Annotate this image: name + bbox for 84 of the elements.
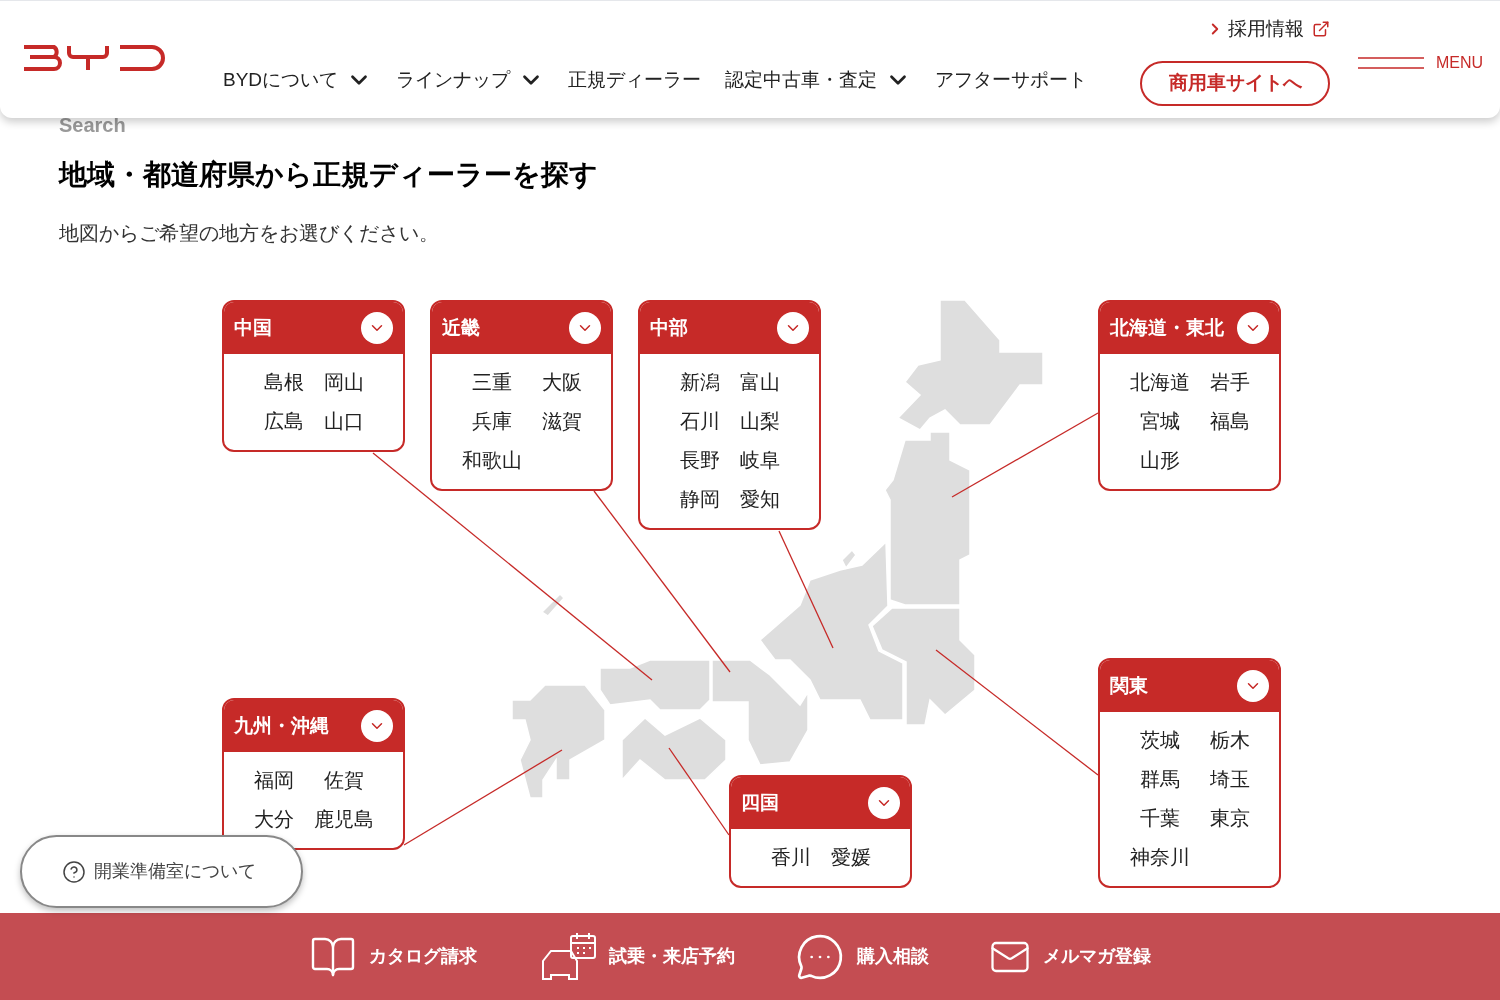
- prefecture-link[interactable]: 山梨: [739, 407, 780, 436]
- prefecture-link[interactable]: 三重: [471, 368, 512, 397]
- region-header[interactable]: 近畿: [432, 302, 611, 354]
- commercial-site-button[interactable]: 商用車サイトへ: [1140, 61, 1330, 106]
- recruit-link[interactable]: 採用情報: [1206, 15, 1330, 44]
- nav-link[interactable]: アフターサポート: [935, 65, 1088, 94]
- expand-button[interactable]: [1237, 670, 1269, 702]
- prefecture-link[interactable]: 東京: [1209, 804, 1250, 833]
- region-name: 四国: [741, 790, 779, 815]
- prefecture-link[interactable]: 佐賀: [323, 766, 364, 795]
- nav-link[interactable]: BYDについて: [223, 65, 373, 94]
- prefecture-link[interactable]: 愛媛: [830, 843, 871, 872]
- prefecture-link[interactable]: 岡山: [323, 368, 364, 397]
- region-card[interactable]: 近畿 三重 大阪 兵庫 滋賀 和歌山: [430, 300, 613, 491]
- help-button[interactable]: 開業準備室について: [20, 835, 303, 908]
- prefecture-link[interactable]: 新潟: [679, 368, 720, 397]
- nav-link[interactable]: 正規ディーラー: [568, 65, 702, 94]
- prefecture-link[interactable]: 大阪: [541, 368, 582, 397]
- region-name: 北海道・東北: [1110, 315, 1224, 340]
- map-region-shape[interactable]: [540, 592, 566, 617]
- nav-link[interactable]: ラインナップ: [396, 65, 545, 94]
- expand-button[interactable]: [361, 710, 393, 742]
- region-name: 関東: [1110, 673, 1148, 698]
- prefecture-link[interactable]: 大分: [253, 805, 294, 834]
- external-link-icon: [1312, 20, 1330, 39]
- region-card[interactable]: 北海道・東北 北海道 岩手 宮城 福島 山形: [1098, 300, 1281, 491]
- prefecture-link[interactable]: 兵庫: [471, 407, 512, 436]
- region-header[interactable]: 九州・沖縄: [224, 700, 403, 752]
- prefecture-link[interactable]: 宮城: [1139, 407, 1180, 436]
- prefecture-link[interactable]: 島根: [263, 368, 304, 397]
- prefecture-link[interactable]: 香川: [770, 843, 811, 872]
- region-name: 中部: [650, 315, 688, 340]
- region-card[interactable]: 四国 香川 愛媛: [729, 775, 912, 888]
- prefecture-link[interactable]: 神奈川: [1129, 843, 1190, 872]
- page-title: 地域・都道府県から正規ディーラーを探す: [59, 158, 599, 192]
- prefecture-link[interactable]: 福岡: [253, 766, 294, 795]
- region-card[interactable]: 中部 新潟 富山 石川 山梨 長野 岐阜 静岡 愛知: [638, 300, 821, 530]
- region-header[interactable]: 関東: [1100, 660, 1279, 712]
- prefecture-link[interactable]: 和歌山: [461, 446, 522, 475]
- prefecture-link[interactable]: 福島: [1209, 407, 1250, 436]
- expand-button[interactable]: [777, 312, 809, 344]
- footer-action-link[interactable]: カタログ請求: [309, 932, 477, 981]
- region-card[interactable]: 九州・沖縄 福岡 佐賀 大分 鹿児島: [222, 698, 405, 850]
- expand-button[interactable]: [361, 312, 393, 344]
- prefecture-link[interactable]: 石川: [679, 407, 720, 436]
- help-icon: [62, 859, 86, 884]
- prefecture-link[interactable]: 鹿児島: [313, 805, 374, 834]
- region-header[interactable]: 四国: [731, 777, 910, 829]
- menu-button[interactable]: MENU: [1358, 51, 1484, 75]
- footer-action-link[interactable]: 試乗・来店予約: [537, 930, 735, 983]
- prefecture-link[interactable]: 滋賀: [541, 407, 582, 436]
- nav-link[interactable]: 認定中古車・査定: [725, 65, 912, 94]
- region-header[interactable]: 中国: [224, 302, 403, 354]
- prefecture-link[interactable]: 埼玉: [1209, 765, 1250, 794]
- prefecture-link[interactable]: 群馬: [1139, 765, 1180, 794]
- footer-action-link[interactable]: 購入相談: [795, 931, 929, 982]
- prefecture-link[interactable]: 茨城: [1139, 726, 1180, 755]
- region-card[interactable]: 中国 島根 岡山 広島 山口: [222, 300, 405, 452]
- expand-button[interactable]: [569, 312, 601, 344]
- prefecture-link[interactable]: 千葉: [1139, 804, 1180, 833]
- region-name: 九州・沖縄: [234, 713, 329, 738]
- footer-action-link[interactable]: メルマガ登録: [989, 935, 1151, 978]
- region-card[interactable]: 関東 茨城 栃木 群馬 埼玉 千葉 東京 神奈川: [1098, 658, 1281, 888]
- prefecture-link[interactable]: 山口: [323, 407, 364, 436]
- region-header[interactable]: 北海道・東北: [1100, 302, 1279, 354]
- prefecture-link[interactable]: 広島: [263, 407, 304, 436]
- prefecture-link[interactable]: 岐阜: [739, 446, 780, 475]
- expand-button[interactable]: [868, 787, 900, 819]
- prefecture-link[interactable]: 富山: [739, 368, 780, 397]
- prefecture-link[interactable]: 静岡: [679, 485, 720, 514]
- menu-icon: [1358, 56, 1424, 70]
- logo-icon[interactable]: [24, 44, 167, 72]
- region-name: 中国: [234, 315, 272, 340]
- prefecture-link[interactable]: 岩手: [1209, 368, 1250, 397]
- expand-button[interactable]: [1237, 312, 1269, 344]
- region-header[interactable]: 中部: [640, 302, 819, 354]
- prefecture-link[interactable]: 山形: [1139, 446, 1180, 475]
- page-subtitle: 地図からご希望の地方をお選びください。: [59, 221, 440, 246]
- prefecture-link[interactable]: 長野: [679, 446, 720, 475]
- region-name: 近畿: [442, 315, 480, 340]
- prefecture-link[interactable]: 北海道: [1129, 368, 1190, 397]
- prefecture-link[interactable]: 栃木: [1209, 726, 1250, 755]
- prefecture-link[interactable]: 愛知: [739, 485, 780, 514]
- eyebrow-label: Search: [59, 113, 127, 138]
